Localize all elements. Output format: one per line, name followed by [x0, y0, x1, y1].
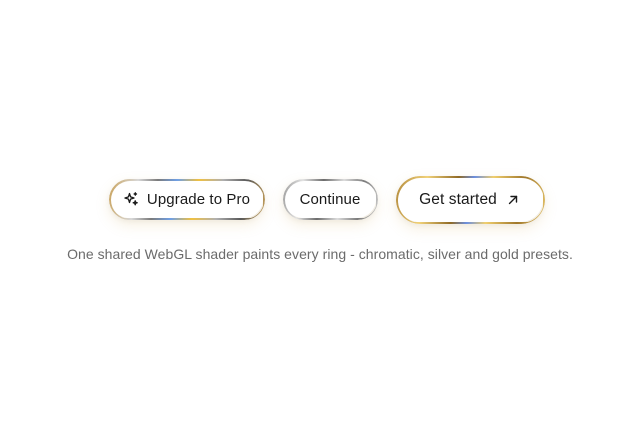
stage: Upgrade to Pro Continue Get started One … — [0, 0, 640, 426]
get-started-label: Get started — [419, 190, 497, 208]
upgrade-to-pro-label: Upgrade to Pro — [146, 190, 251, 208]
sparkles-icon — [123, 191, 139, 207]
upgrade-to-pro-button[interactable]: Upgrade to Pro — [109, 179, 264, 219]
caption-text: One shared WebGL shader paints every rin… — [67, 246, 573, 262]
arrow-up-right-icon — [505, 192, 521, 208]
continue-label: Continue — [299, 190, 361, 208]
get-started-button[interactable]: Get started — [396, 176, 544, 223]
continue-button[interactable]: Continue — [283, 179, 377, 219]
